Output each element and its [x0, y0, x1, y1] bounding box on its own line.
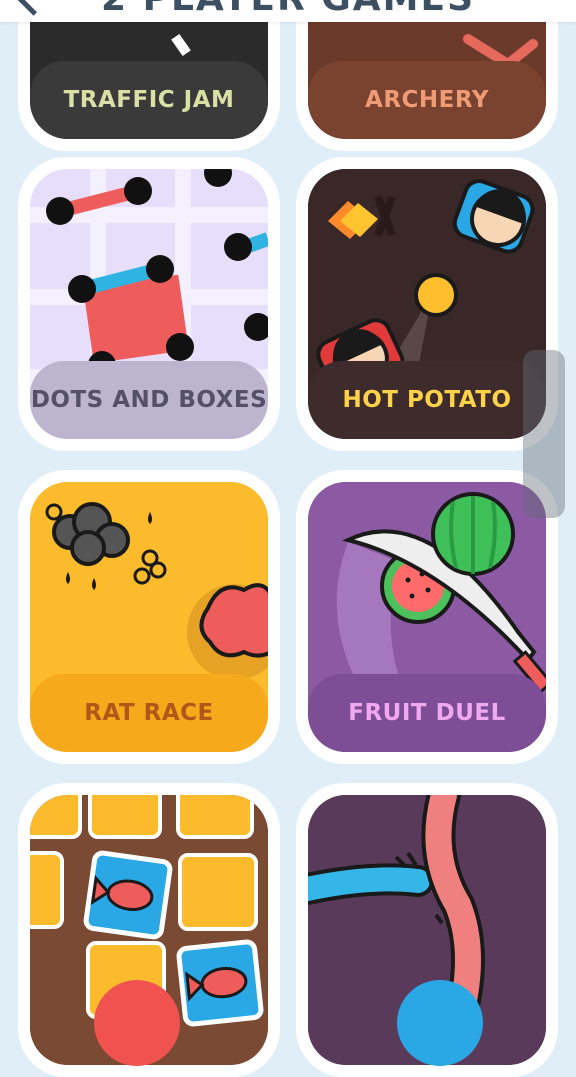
- game-label: TRAFFIC JAM: [30, 61, 268, 139]
- hot-potato-artwork: HOT POTATO: [308, 169, 546, 439]
- game-card-fruit-duel[interactable]: FRUIT DUEL: [296, 470, 558, 764]
- game-card-hot-potato[interactable]: HOT POTATO: [296, 157, 558, 451]
- page-title: 2 PLAYER GAMES: [0, 0, 576, 19]
- top-bar: 2 PLAYER GAMES: [0, 0, 576, 22]
- game-label: FRUIT DUEL: [308, 674, 546, 752]
- game-label: DOTS AND BOXES: [30, 361, 268, 439]
- rat-race-artwork: RAT RACE: [30, 482, 268, 752]
- dots-and-boxes-artwork: DOTS AND BOXES: [30, 169, 268, 439]
- game-card-dots-and-boxes[interactable]: DOTS AND BOXES: [18, 157, 280, 451]
- fruit-duel-artwork: FRUIT DUEL: [308, 482, 546, 752]
- game-card-rat-race[interactable]: RAT RACE: [18, 470, 280, 764]
- game-label: HOT POTATO: [308, 361, 546, 439]
- scrollbar-thumb[interactable]: [523, 350, 565, 518]
- game-label: RAT RACE: [30, 674, 268, 752]
- player-one-button[interactable]: [94, 980, 180, 1066]
- game-card-archery[interactable]: ARCHERY: [296, 0, 558, 151]
- player-two-button[interactable]: [397, 980, 483, 1066]
- game-label: ARCHERY: [308, 61, 546, 139]
- game-card-traffic-jam[interactable]: TRAFFIC JAM: [18, 0, 280, 151]
